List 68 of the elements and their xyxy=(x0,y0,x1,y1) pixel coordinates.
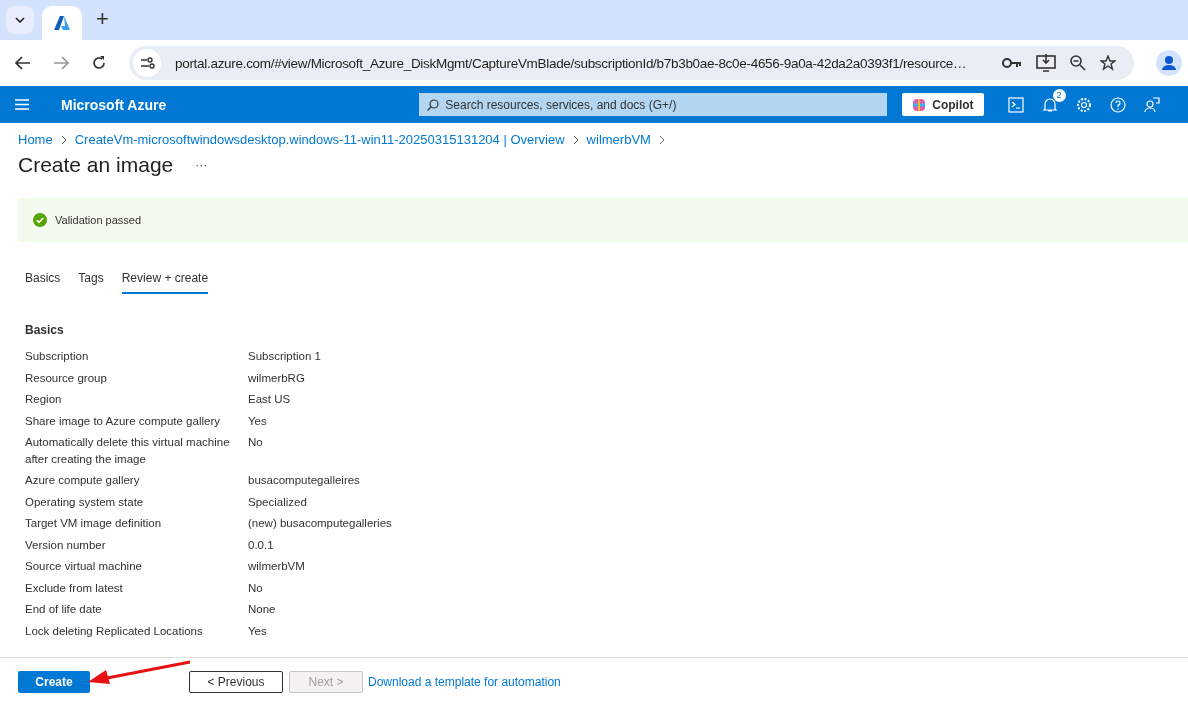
tab-list-button[interactable] xyxy=(6,6,34,34)
field-label: Resource group xyxy=(25,370,108,386)
field-value: wilmerbVM xyxy=(248,559,306,574)
field-value: (new) busacomputegalleries xyxy=(248,516,393,531)
breadcrumb-link[interactable]: wilmerbVM xyxy=(586,132,651,147)
more-button[interactable]: ··· xyxy=(195,158,208,172)
tab[interactable]: Review + create xyxy=(121,268,209,294)
profile-icon[interactable] xyxy=(1156,50,1182,76)
breadcrumb-link[interactable]: Home xyxy=(18,132,53,147)
key-icon[interactable] xyxy=(1002,57,1022,69)
field-value: 0.0.1 xyxy=(248,537,275,553)
breadcrumb-link[interactable]: CreateVm-microsoftwindowsdesktop.windows-11-win11-20250315131204 | Overview xyxy=(74,132,565,147)
site-settings-icon[interactable] xyxy=(133,49,161,77)
field-label: Source virtual machine xyxy=(25,559,143,574)
field-value: Subscription 1 xyxy=(248,349,322,364)
copilot-logo-icon xyxy=(912,97,927,112)
feedback-icon[interactable] xyxy=(1143,96,1160,113)
tab[interactable]: Tags xyxy=(78,268,104,294)
field-label: Lock deleting Replicated Locations xyxy=(25,623,204,639)
chevron-right-icon xyxy=(658,134,665,145)
new-tab-button[interactable]: + xyxy=(96,6,109,32)
field-value: East US xyxy=(248,392,292,407)
zoom-out-icon[interactable] xyxy=(1070,55,1086,71)
field-value: busacomputegalleires xyxy=(248,473,361,488)
create-button[interactable]: Create xyxy=(18,670,90,693)
field-label: Target VM image definition xyxy=(25,516,163,531)
search-field[interactable]: Search resources, services, and docs (G+/) xyxy=(419,93,888,116)
field-label: Region xyxy=(25,392,63,407)
check-circle-icon xyxy=(33,213,47,227)
field-label: End of life date xyxy=(25,602,103,617)
settings-icon[interactable] xyxy=(1075,96,1092,113)
download-link[interactable]: Download a template for automation xyxy=(368,674,561,689)
field-label: Subscription xyxy=(25,349,90,364)
reload-icon[interactable] xyxy=(91,55,107,71)
bell-icon[interactable] xyxy=(1041,96,1058,113)
field-label: Share image to Azure compute gallery xyxy=(25,413,221,429)
section-title: Basics xyxy=(25,323,65,337)
field-value: No xyxy=(248,435,264,450)
copilot-button[interactable]: Copilot xyxy=(902,93,984,116)
field-value: Yes xyxy=(248,623,268,639)
field-value: Specialized xyxy=(248,494,308,510)
field-label: Exclude from latest xyxy=(25,580,124,596)
chevron-right-icon xyxy=(60,134,67,145)
browser-tab[interactable] xyxy=(42,6,82,40)
tab[interactable]: Basics xyxy=(25,268,61,294)
field-value: wilmerbRG xyxy=(248,370,306,386)
nav-button[interactable]: < Previous xyxy=(189,670,283,693)
field-value: None xyxy=(248,602,277,617)
monitor-download-icon[interactable] xyxy=(1036,54,1056,72)
field-value: No xyxy=(248,580,264,596)
field-value: Yes xyxy=(248,413,268,429)
menu-icon[interactable] xyxy=(15,99,29,110)
chevron-down-icon xyxy=(15,17,25,23)
field-label: Azure compute gallery xyxy=(25,473,141,488)
terminal-icon[interactable] xyxy=(1007,96,1024,113)
chevron-right-icon xyxy=(572,134,579,145)
field-label: Operating system state xyxy=(25,494,145,510)
azure-logo-icon xyxy=(54,16,70,30)
page-title: Create an image xyxy=(18,153,174,177)
notification-count: 2 xyxy=(1052,88,1066,102)
field-label: Automatically delete this virtual machine after creating the image xyxy=(25,435,231,467)
forward-icon[interactable] xyxy=(53,56,69,70)
back-icon[interactable] xyxy=(15,56,31,70)
brand-name[interactable]: Microsoft Azure xyxy=(61,96,167,113)
field-label: Version number xyxy=(25,537,107,553)
star-icon[interactable] xyxy=(1100,55,1116,71)
banner-text: Validation passed xyxy=(55,214,142,226)
help-icon[interactable] xyxy=(1109,96,1126,113)
